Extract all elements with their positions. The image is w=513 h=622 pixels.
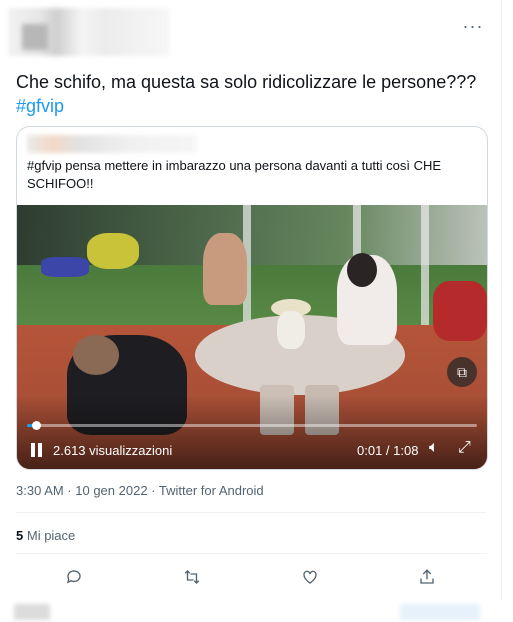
video-scene-vase <box>277 311 305 349</box>
hashtag-link[interactable]: #gfvip <box>16 96 64 116</box>
tweet-card: ··· Che schifo, ma questa sa solo ridico… <box>0 0 502 600</box>
redacted-footer-left <box>14 604 50 620</box>
tweet-text: Che schifo, ma questa sa solo ridicolizz… <box>16 70 486 118</box>
pause-button[interactable] <box>27 441 45 459</box>
likes-label: Mi piace <box>26 528 76 543</box>
more-horizontal-icon: ··· <box>462 16 484 36</box>
fullscreen-icon: ⤢ <box>458 439 471 456</box>
view-count: 2.613 visualizzazioni <box>53 443 173 458</box>
retweet-button[interactable] <box>177 562 207 592</box>
volume-icon: 🔈︎ <box>429 439 439 456</box>
redacted-author-header <box>8 8 170 56</box>
likes-summary[interactable]: 5 Mi piace <box>16 528 75 543</box>
quote-text: #gfvip pensa mettere in imbarazzo una pe… <box>27 158 442 191</box>
like-button[interactable] <box>295 562 325 592</box>
fullscreen-button[interactable]: ⤢ <box>458 439 478 459</box>
retweet-icon <box>184 570 200 584</box>
video-scene-red-chair <box>433 281 487 341</box>
tweet-body: Che schifo, ma questa sa solo ridicolizz… <box>16 72 477 92</box>
video-time: 0:01 / 1:08 <box>357 443 419 458</box>
share-icon <box>420 569 434 584</box>
video-scene-person-head <box>73 335 119 375</box>
tweet-actions <box>0 562 501 592</box>
video-player[interactable]: ⧉ 2.613 visualizzazioni 0:01 / 1:08 🔈︎ ⤢ <box>17 205 487 469</box>
video-progress-bar[interactable] <box>27 424 477 427</box>
video-scene-beanbag <box>87 233 139 269</box>
video-scene-window-frame <box>421 205 429 335</box>
more-options-button[interactable]: ··· <box>461 16 485 36</box>
picture-in-picture-icon: ⧉ <box>457 364 467 380</box>
video-scrubber-handle[interactable] <box>31 421 41 430</box>
video-scene-pillow <box>41 257 89 277</box>
redacted-footer-right <box>400 604 480 620</box>
picture-in-picture-button[interactable]: ⧉ <box>447 357 477 387</box>
video-scene-person-head <box>347 253 377 287</box>
redacted-avatar <box>22 24 48 50</box>
divider <box>16 512 486 513</box>
video-scene-person <box>203 233 247 305</box>
heart-icon <box>303 570 317 584</box>
reply-icon <box>66 570 81 584</box>
volume-button[interactable]: 🔈︎ <box>429 439 449 459</box>
reply-button[interactable] <box>59 562 89 592</box>
redacted-quote-author <box>27 135 197 153</box>
divider <box>16 553 486 554</box>
share-button[interactable] <box>412 562 442 592</box>
quoted-tweet[interactable]: #gfvip pensa mettere in imbarazzo una pe… <box>16 126 488 470</box>
likes-count: 5 <box>16 528 24 543</box>
tweet-timestamp[interactable]: 3:30 AM · 10 gen 2022 · Twitter for Andr… <box>16 483 264 498</box>
